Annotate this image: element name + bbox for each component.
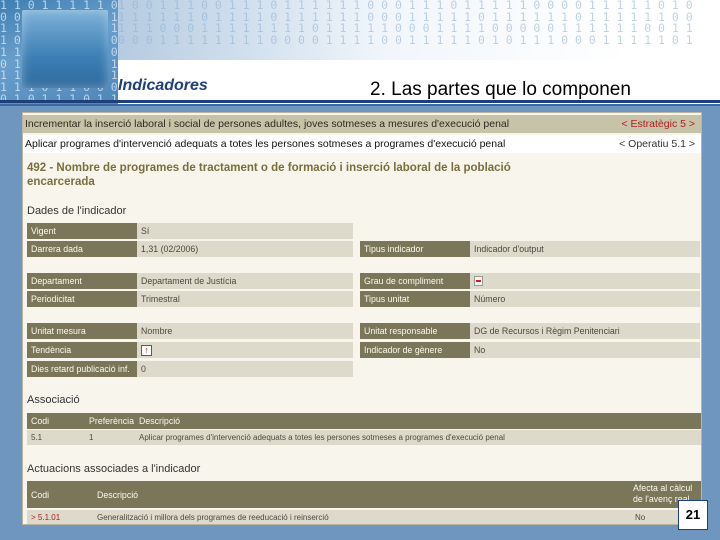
photo-image — [22, 10, 108, 88]
field-value: ↑ — [137, 342, 353, 358]
dades-heading: Dades de l'indicador — [27, 205, 127, 217]
field-tipus-unitat: Tipus unitat Número — [360, 291, 700, 307]
field-label: Departament — [27, 273, 137, 289]
field-label: Unitat mesura — [27, 323, 137, 339]
binary-decoration: 1 1 0 1 1 1 1 1 0 0 0 1 1 1 0 0 0 1 1 1 … — [0, 0, 118, 104]
field-label: Vigent — [27, 223, 137, 239]
field-value: Número — [470, 291, 700, 307]
field-label: Dies retard publicació inf. — [27, 361, 137, 377]
field-tendencia: Tendència ↑ — [27, 342, 353, 358]
column-header: Preferència — [89, 416, 134, 426]
field-label: Tipus unitat — [360, 291, 470, 307]
operational-objective-text: Aplicar programes d'intervenció adequats… — [25, 138, 506, 150]
slide-section-label: Indicadores — [118, 77, 208, 94]
field-label: Grau de compliment — [360, 273, 470, 289]
column-header: Descripció — [97, 490, 139, 500]
strategic-nav-link[interactable]: < Estratègic 5 > — [621, 118, 695, 130]
field-value: Departament de Justícia — [137, 273, 353, 289]
field-unitat-responsable: Unitat responsable DG de Recursos i Règi… — [360, 323, 700, 339]
field-value: DG de Recursos i Règim Penitenciari — [470, 323, 700, 339]
field-grau-compliment: Grau de compliment — [360, 273, 700, 289]
field-tipus-indicador: Tipus indicador Indicador d'output — [360, 241, 700, 257]
indicator-screenshot: Incrementar la inserció laboral i social… — [22, 112, 702, 525]
column-header: Codi — [31, 490, 50, 500]
header-divider-secondary — [0, 104, 720, 106]
field-label: Darrera dada — [27, 241, 137, 257]
slide-title: 2. Las partes que lo componen — [370, 79, 631, 100]
row-codi-link[interactable]: > 5.1.01 — [31, 513, 60, 522]
slide-header: 1 1 0 1 1 1 1 1 0 0 0 1 1 1 0 0 0 1 1 1 … — [0, 0, 720, 104]
row-codi: 5.1 — [31, 433, 43, 442]
actuacions-table-header: Codi Descripció Afecta al càlcul de l'av… — [27, 481, 701, 508]
strategic-objective-text: Incrementar la inserció laboral i social… — [25, 118, 510, 130]
field-value: Indicador d'output — [470, 241, 700, 257]
field-value: 1,31 (02/2006) — [137, 241, 353, 257]
field-label: Tendència — [27, 342, 137, 358]
field-value — [470, 273, 700, 289]
breadcrumb-operational: Aplicar programes d'intervenció adequats… — [23, 135, 701, 153]
indicator-title: 492 - Nombre de programes de tractament … — [27, 162, 511, 188]
associacio-heading: Associació — [27, 394, 80, 406]
binary-decoration-wide: 1 0 0 1 1 1 0 0 1 1 1 0 1 1 1 1 1 1 0 0 … — [118, 0, 720, 60]
arrow-up-icon: ↑ — [141, 345, 152, 356]
field-vigent: Vigent Sí — [27, 223, 353, 239]
field-value: Trimestral — [137, 291, 353, 307]
book-icon — [474, 276, 483, 286]
field-periodicitat: Periodicitat Trimestral — [27, 291, 353, 307]
field-label: Periodicitat — [27, 291, 137, 307]
header-divider — [0, 100, 720, 103]
field-unitat-mesura: Unitat mesura Nombre — [27, 323, 353, 339]
field-label: Unitat responsable — [360, 323, 470, 339]
field-darrera-dada: Darrera dada 1,31 (02/2006) — [27, 241, 353, 257]
column-header: Codi — [31, 416, 50, 426]
field-dies-retard: Dies retard publicació inf. 0 — [27, 361, 353, 377]
operational-nav-link[interactable]: < Operatiu 5.1 > — [619, 138, 695, 150]
row-descripcio: Aplicar programes d'intervenció adequats… — [139, 433, 505, 442]
page-number: 21 — [678, 500, 708, 530]
breadcrumb-strategic: Incrementar la inserció laboral i social… — [23, 115, 701, 133]
field-value: No — [470, 342, 700, 358]
field-label: Tipus indicador — [360, 241, 470, 257]
table-row[interactable]: > 5.1.01 Generalització i millora dels p… — [27, 510, 701, 524]
associacio-table-header: Codi Preferència Descripció — [27, 413, 701, 429]
field-departament: Departament Departament de Justícia — [27, 273, 353, 289]
actuacions-heading: Actuacions associades a l'indicador — [27, 463, 201, 475]
field-indicador-genere: Indicador de gènere No — [360, 342, 700, 358]
field-value: Nombre — [137, 323, 353, 339]
field-value: Sí — [137, 223, 353, 239]
table-row[interactable]: 5.1 1 Aplicar programes d'intervenció ad… — [27, 430, 701, 445]
row-descripcio: Generalització i millora dels programes … — [97, 513, 329, 522]
field-label: Indicador de gènere — [360, 342, 470, 358]
row-afecta: No — [635, 513, 646, 522]
row-preferencia: 1 — [89, 433, 94, 442]
column-header: Descripció — [139, 416, 181, 426]
field-value: 0 — [137, 361, 353, 377]
